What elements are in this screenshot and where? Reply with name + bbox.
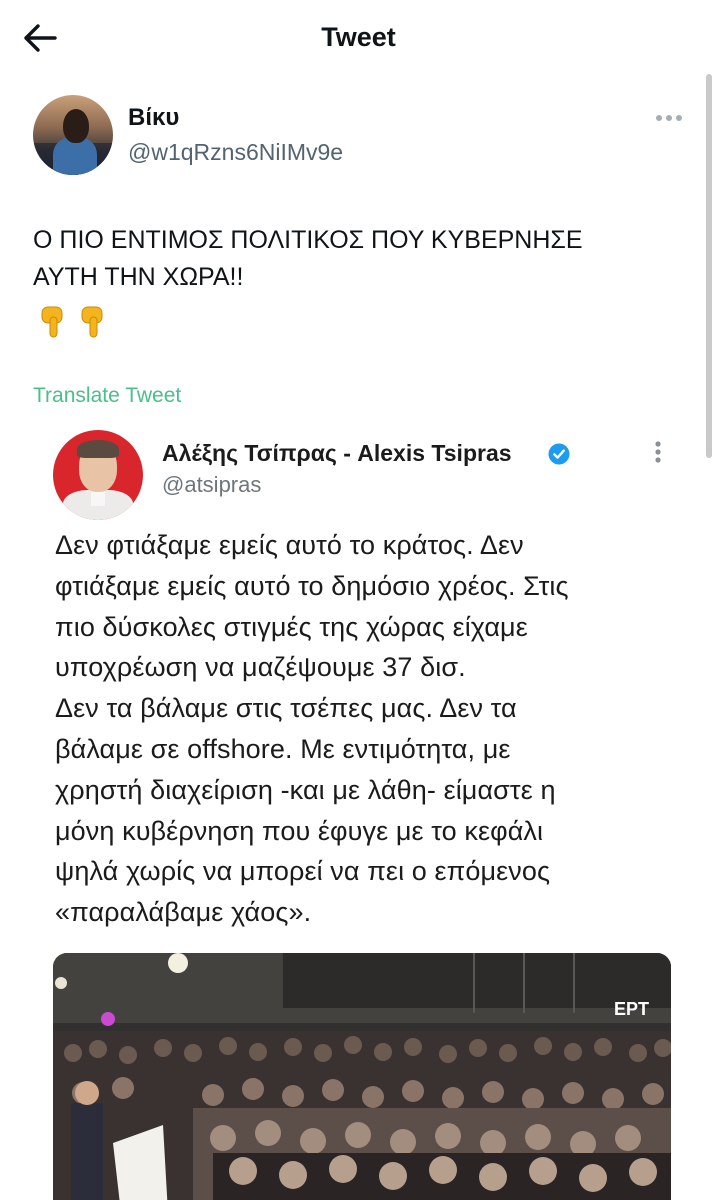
translate-tweet-link[interactable]: Translate Tweet xyxy=(33,384,181,408)
quoted-text-line: πιο δύσκολες στιγμές της χώρας είχαμε xyxy=(55,611,528,642)
tweet-text-line: Ο ΠΙΟ ΕΝΤΙΜΟΣ ΠΟΛΙΤΙΚΟΣ ΠΟΥ ΚΥΒΕΡΝΗΣΕ xyxy=(33,226,583,254)
quoted-author-name[interactable]: Αλέξης Τσίπρας - Alexis Tsipras xyxy=(162,440,512,467)
quoted-text: Δεν φτιάξαμε εμείς αυτό το κράτος. Δεν φ… xyxy=(55,525,675,933)
quoted-text-line: Δεν τα βάλαμε στις τσέπες μας. Δεν τα xyxy=(55,693,517,724)
more-options-icon[interactable] xyxy=(654,113,684,123)
scrollbar[interactable] xyxy=(706,74,712,458)
quoted-avatar[interactable] xyxy=(53,430,143,520)
broadcaster-watermark: ΕΡΤ xyxy=(613,999,649,1019)
author-handle[interactable]: @w1qRzns6NiIMv9e xyxy=(128,139,343,166)
page-title: Tweet xyxy=(321,22,396,52)
avatar[interactable] xyxy=(33,95,113,175)
tweet-text-line: ΑΥΤΗ ΤΗΝ ΧΩΡΑ!! xyxy=(33,263,244,291)
quoted-text-line: φτιάξαμε εμείς αυτό το δημόσιο χρέος. Στ… xyxy=(55,570,569,601)
quoted-text-line: χρηστή διαχείριση -και με λάθη- είμαστε … xyxy=(55,774,556,805)
pointing-down-emoji-icon xyxy=(41,306,103,338)
author-name[interactable]: Βίκυ xyxy=(128,104,179,132)
crowd-scene-image xyxy=(53,953,671,1200)
quoted-text-line: υποχρέωση να μαζέψουμε 37 δισ. xyxy=(55,652,466,683)
quoted-author-handle[interactable]: @atsipras xyxy=(162,472,261,498)
quoted-text-line: βάλαμε σε offshore. Με εντιμότητα, με xyxy=(55,733,511,764)
quoted-text-line: ψηλά χωρίς να μπορεί να πει ο επόμενος xyxy=(55,856,551,887)
quoted-photo[interactable]: ΕΡΤ xyxy=(53,953,671,1200)
quoted-text-line: «παραλάβαμε χάος». xyxy=(55,897,312,928)
tweet-text: Ο ΠΙΟ ΕΝΤΙΜΟΣ ΠΟΛΙΤΙΚΟΣ ΠΟΥ ΚΥΒΕΡΝΗΣΕ ΑΥ… xyxy=(33,222,683,296)
quoted-text-line: Δεν φτιάξαμε εμείς αυτό το κράτος. Δεν xyxy=(55,530,524,560)
quoted-text-line: μόνη κυβέρνηση που έφυγε με το κεφάλι xyxy=(55,815,544,846)
top-bar: Tweet xyxy=(0,0,717,76)
verified-badge-icon xyxy=(548,443,570,465)
more-options-icon[interactable] xyxy=(654,440,662,464)
